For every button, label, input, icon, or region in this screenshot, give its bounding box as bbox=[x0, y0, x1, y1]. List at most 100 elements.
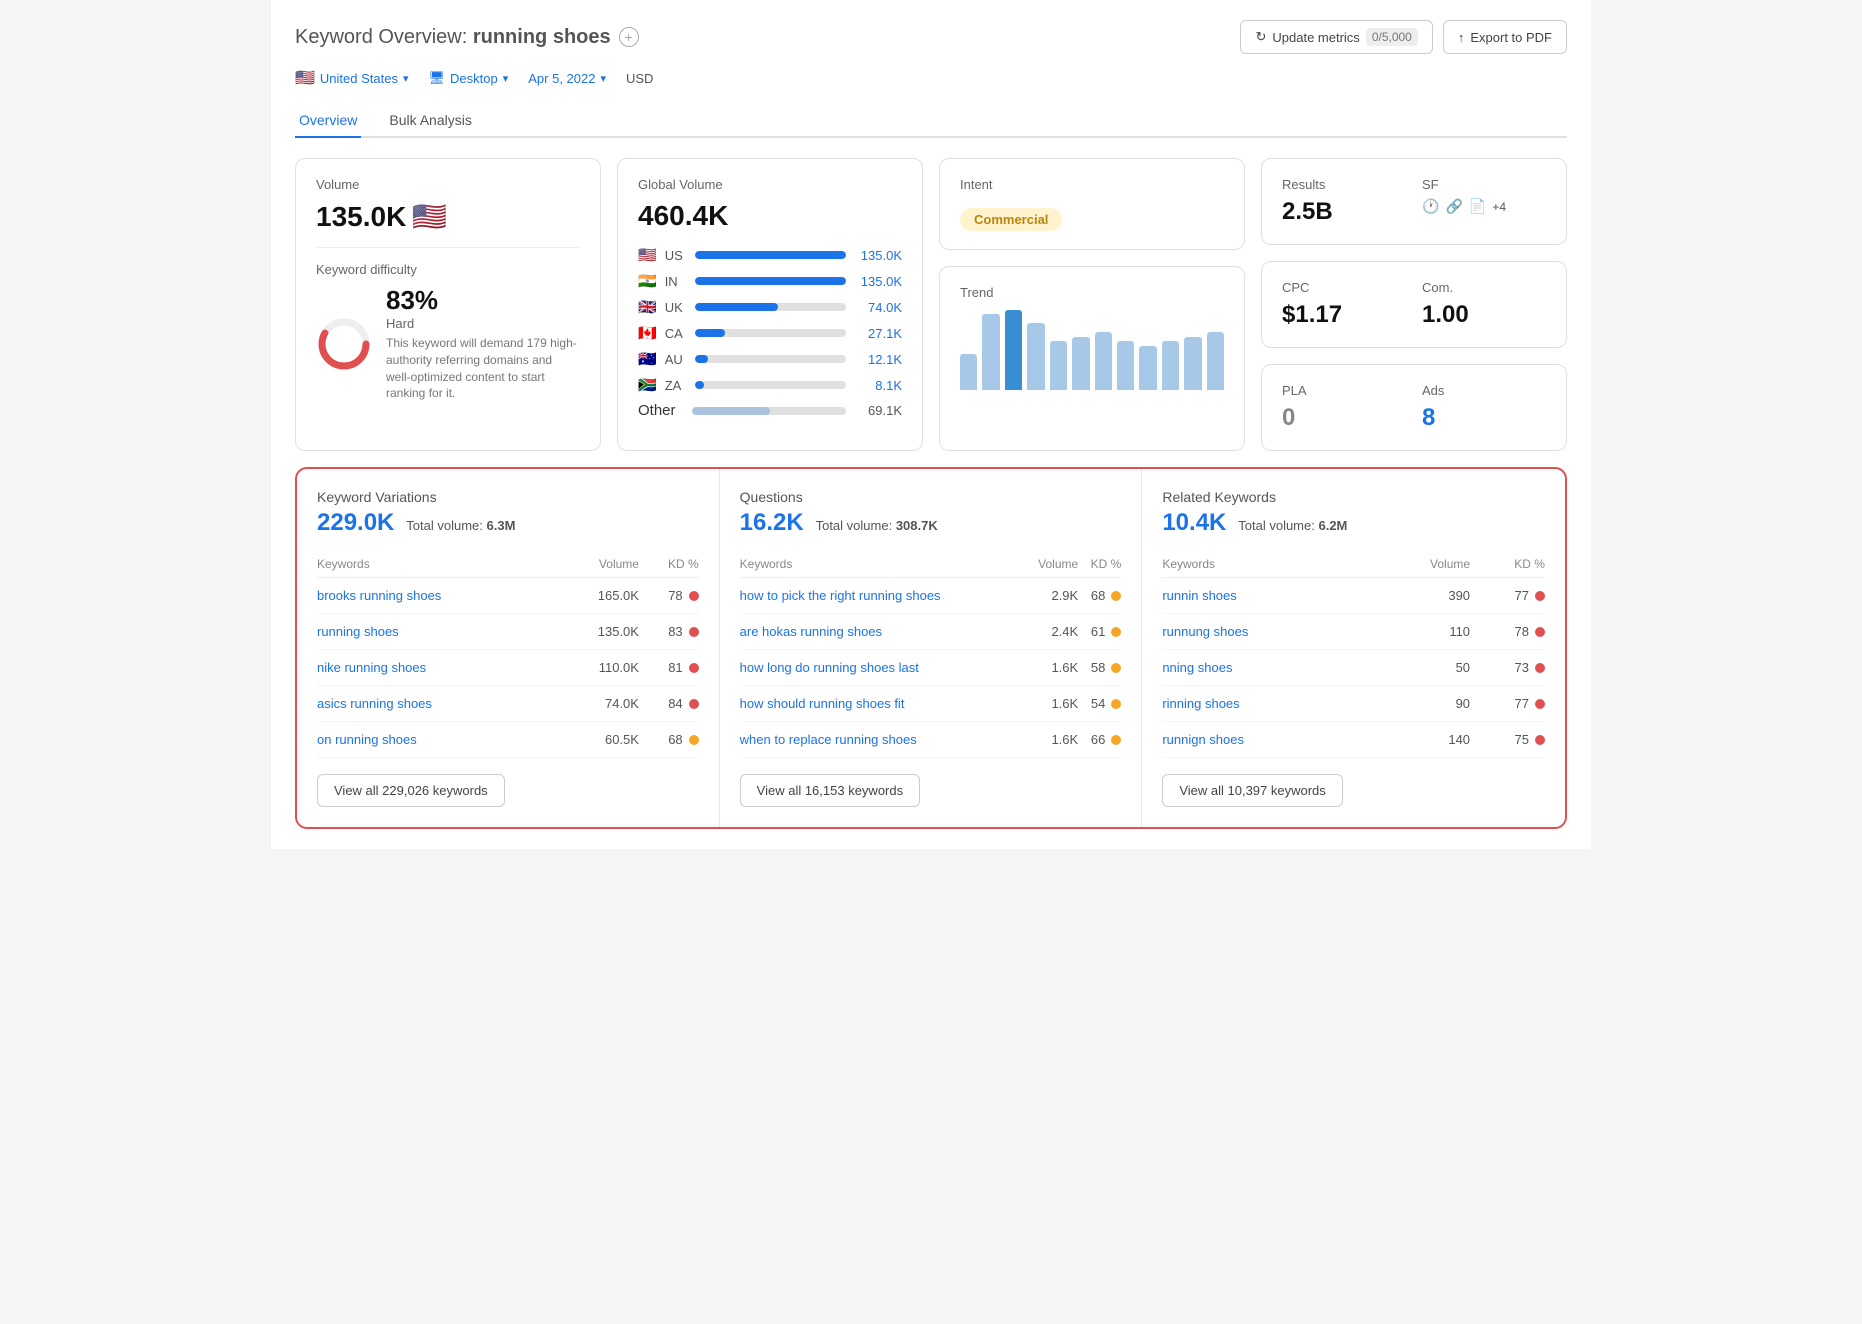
volume-cell: 390 bbox=[1372, 578, 1470, 614]
intent-badge: Commercial bbox=[960, 208, 1062, 231]
rk-col-volume: Volume bbox=[1372, 551, 1470, 578]
keyword-link[interactable]: rinning shoes bbox=[1162, 696, 1239, 711]
country-dropdown-icon: ▾ bbox=[403, 72, 409, 85]
table-row: asics running shoes 74.0K 84 bbox=[317, 686, 699, 722]
sf-plus: +4 bbox=[1492, 200, 1506, 214]
country-flag: 🇮🇳 bbox=[638, 272, 657, 290]
difficulty-description: This keyword will demand 179 high-author… bbox=[386, 335, 580, 402]
kd-value: 73 bbox=[1515, 660, 1529, 675]
table-row: rinning shoes 90 77 bbox=[1162, 686, 1545, 722]
keyword-link[interactable]: on running shoes bbox=[317, 732, 417, 747]
country-value: 74.0K bbox=[854, 300, 902, 315]
keyword-link[interactable]: how should running shoes fit bbox=[740, 696, 905, 711]
country-bar bbox=[695, 251, 846, 259]
filter-bar: 🇺🇸 United States ▾ 🖥 Desktop ▾ Apr 5, 20… bbox=[295, 68, 1567, 88]
pla-ads-split: PLA 0 Ads 8 bbox=[1282, 383, 1546, 432]
tab-overview[interactable]: Overview bbox=[295, 104, 361, 138]
kd-value: 66 bbox=[1091, 732, 1105, 747]
rk-count: 10.4K bbox=[1162, 509, 1226, 536]
export-icon: ↑ bbox=[1458, 30, 1465, 45]
rk-col-kd: KD % bbox=[1470, 551, 1545, 578]
kd-cell: 77 bbox=[1470, 588, 1545, 603]
kd-value: 54 bbox=[1091, 696, 1105, 711]
volume-value: 135.0K 🇺🇸 bbox=[316, 200, 580, 233]
kd-dot bbox=[1111, 699, 1121, 709]
other-value: 69.1K bbox=[854, 403, 902, 418]
kd-dot bbox=[1111, 627, 1121, 637]
kd-value: 68 bbox=[1091, 588, 1105, 603]
rk-total: Total volume: 6.2M bbox=[1238, 518, 1347, 533]
kd-value: 77 bbox=[1515, 588, 1529, 603]
table-row: brooks running shoes 165.0K 78 bbox=[317, 578, 699, 614]
bottom-cards: Keyword Variations 229.0K Total volume: … bbox=[295, 467, 1567, 829]
volume-cell: 1.6K bbox=[1022, 722, 1078, 758]
country-bar-fill bbox=[695, 355, 709, 363]
keyword-link[interactable]: how long do running shoes last bbox=[740, 660, 919, 675]
global-rows: 🇺🇸 US 135.0K 🇮🇳 IN 135.0K 🇬🇧 UK 74.0K 🇨🇦… bbox=[638, 246, 902, 394]
ads-section: Ads 8 bbox=[1422, 383, 1546, 432]
kd-value: 78 bbox=[1515, 624, 1529, 639]
volume-cell: 140 bbox=[1372, 722, 1470, 758]
table-row: how long do running shoes last 1.6K 58 bbox=[740, 650, 1122, 686]
country-flag: 🇬🇧 bbox=[638, 298, 657, 316]
country-filter[interactable]: 🇺🇸 United States ▾ bbox=[295, 68, 409, 88]
other-label: Other bbox=[638, 402, 676, 419]
table-row: when to replace running shoes 1.6K 66 bbox=[740, 722, 1122, 758]
rk-view-all-button[interactable]: View all 10,397 keywords bbox=[1162, 774, 1342, 807]
trend-bar bbox=[1117, 341, 1134, 390]
q-view-all-button[interactable]: View all 16,153 keywords bbox=[740, 774, 920, 807]
kd-cell-td: 66 bbox=[1078, 722, 1121, 758]
keyword-link[interactable]: nning shoes bbox=[1162, 660, 1232, 675]
keyword-link[interactable]: asics running shoes bbox=[317, 696, 432, 711]
table-row: nning shoes 50 73 bbox=[1162, 650, 1545, 686]
keyword-link[interactable]: how to pick the right running shoes bbox=[740, 588, 941, 603]
keyword-link[interactable]: runnung shoes bbox=[1162, 624, 1248, 639]
device-filter[interactable]: 🖥 Desktop ▾ bbox=[429, 70, 509, 86]
export-pdf-button[interactable]: ↑ Export to PDF bbox=[1443, 20, 1567, 54]
kd-value: 83 bbox=[668, 624, 682, 639]
kd-dot bbox=[1111, 663, 1121, 673]
difficulty-tier: Hard bbox=[386, 316, 580, 331]
trend-bar bbox=[1139, 346, 1156, 390]
keyword-link[interactable]: when to replace running shoes bbox=[740, 732, 917, 747]
keyword-link[interactable]: running shoes bbox=[317, 624, 399, 639]
keyword-link[interactable]: brooks running shoes bbox=[317, 588, 441, 603]
country-code: US bbox=[665, 248, 687, 263]
table-row: how to pick the right running shoes 2.9K… bbox=[740, 578, 1122, 614]
update-metrics-button[interactable]: ↻ Update metrics 0/5,000 bbox=[1240, 20, 1432, 54]
kd-cell-td: 75 bbox=[1470, 722, 1545, 758]
add-keyword-button[interactable]: + bbox=[619, 27, 639, 47]
date-filter[interactable]: Apr 5, 2022 ▾ bbox=[528, 71, 606, 86]
global-row: 🇦🇺 AU 12.1K bbox=[638, 350, 902, 368]
volume-flag: 🇺🇸 bbox=[412, 200, 447, 233]
table-row: on running shoes 60.5K 68 bbox=[317, 722, 699, 758]
difficulty-donut bbox=[316, 316, 372, 372]
tab-bulk-analysis[interactable]: Bulk Analysis bbox=[385, 104, 475, 138]
pla-value: 0 bbox=[1282, 404, 1406, 432]
keyword-link[interactable]: are hokas running shoes bbox=[740, 624, 882, 639]
kd-dot bbox=[1111, 735, 1121, 745]
kd-cell: 58 bbox=[1078, 660, 1121, 675]
trend-bars bbox=[960, 310, 1224, 390]
kv-total: Total volume: 6.3M bbox=[406, 518, 515, 533]
date-dropdown-icon: ▾ bbox=[600, 72, 606, 85]
com-label: Com. bbox=[1422, 280, 1546, 295]
kd-cell-td: 84 bbox=[639, 686, 699, 722]
kv-count: 229.0K bbox=[317, 509, 394, 536]
q-col-volume: Volume bbox=[1022, 551, 1078, 578]
cpc-value: $1.17 bbox=[1282, 301, 1406, 329]
country-code: IN bbox=[665, 274, 687, 289]
keyword-link[interactable]: runnin shoes bbox=[1162, 588, 1236, 603]
questions-card: Questions 16.2K Total volume: 308.7K Key… bbox=[720, 469, 1143, 827]
table-row: are hokas running shoes 2.4K 61 bbox=[740, 614, 1122, 650]
country-bar-fill bbox=[695, 277, 846, 285]
keyword-link[interactable]: nike running shoes bbox=[317, 660, 426, 675]
keyword-link[interactable]: runnign shoes bbox=[1162, 732, 1244, 747]
kv-view-all-button[interactable]: View all 229,026 keywords bbox=[317, 774, 505, 807]
keyword-variations-card: Keyword Variations 229.0K Total volume: … bbox=[297, 469, 720, 827]
cpc-com-card: CPC $1.17 Com. 1.00 bbox=[1261, 261, 1567, 348]
results-sf-split: Results 2.5B SF 🕐 🔗 📄 +4 bbox=[1282, 177, 1546, 226]
kd-cell: 73 bbox=[1470, 660, 1545, 675]
kd-dot bbox=[1535, 627, 1545, 637]
kd-cell: 83 bbox=[639, 624, 699, 639]
